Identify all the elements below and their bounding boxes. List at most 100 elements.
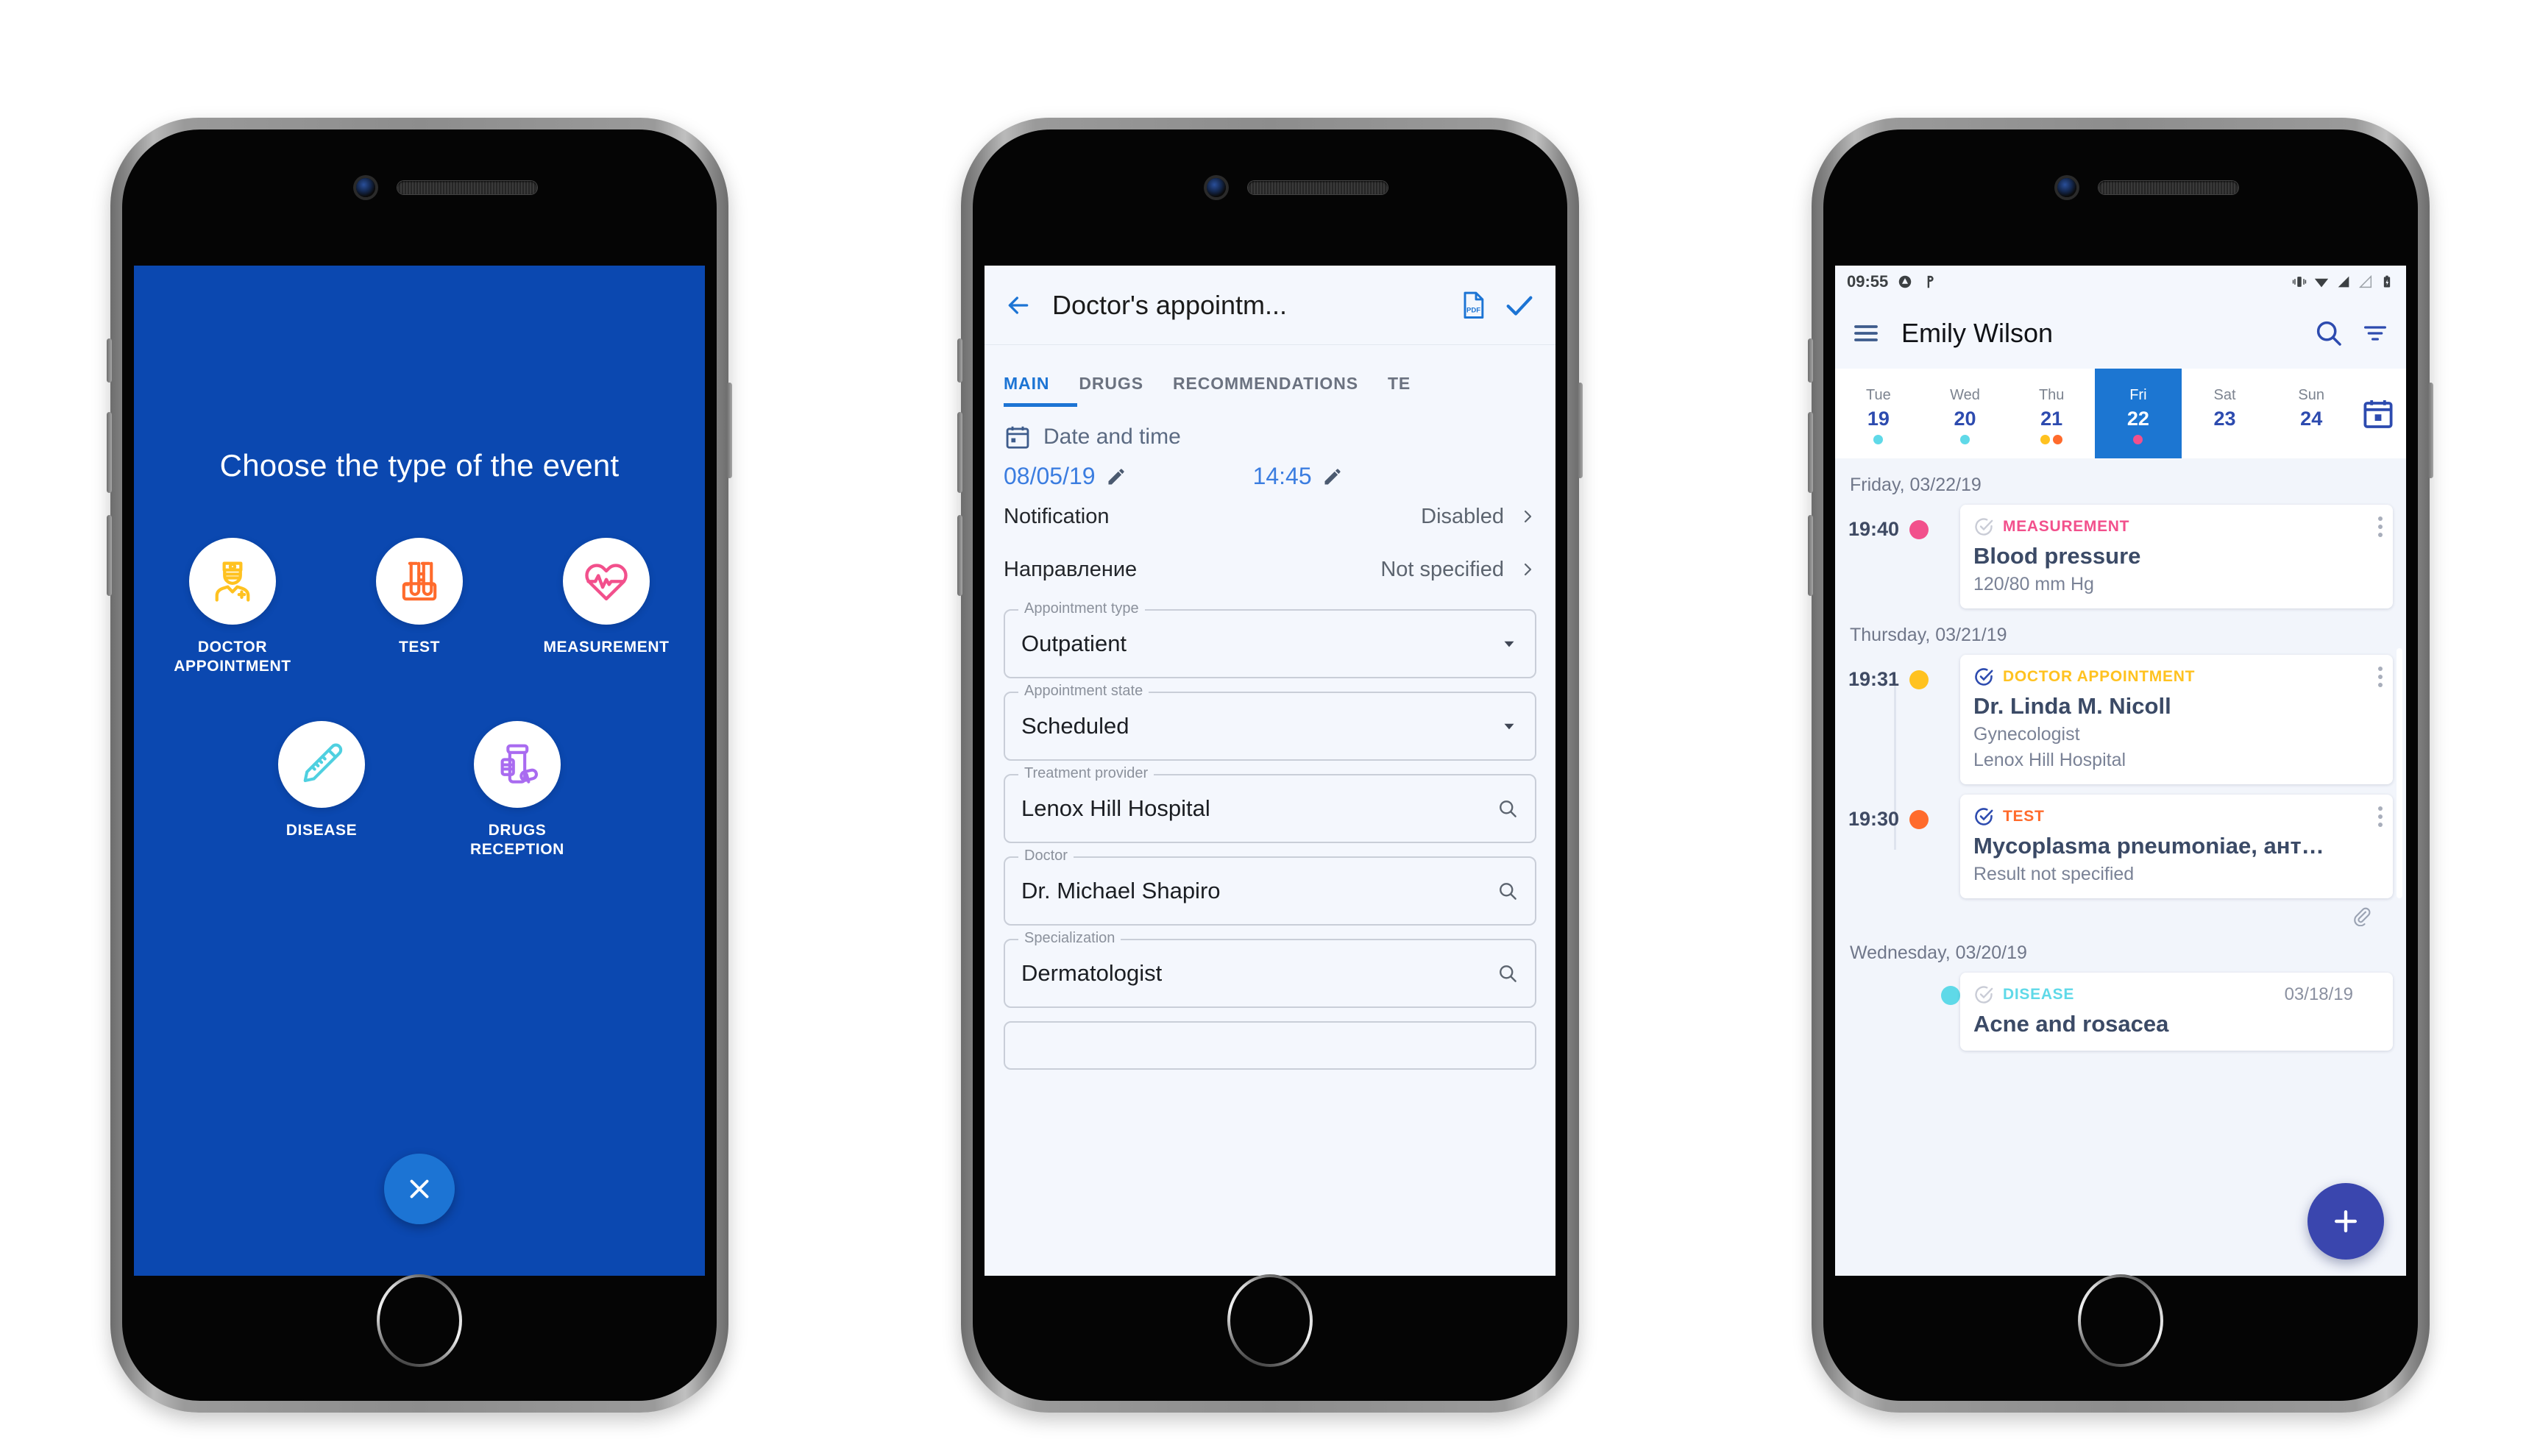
search-icon[interactable]: [2313, 318, 2344, 349]
row-referral[interactable]: Направление Not specified: [1004, 543, 1536, 596]
home-button[interactable]: [1227, 1274, 1313, 1367]
calendar-day-dots: [2133, 434, 2143, 444]
calendar-dow: Sun: [2298, 387, 2324, 403]
event-card[interactable]: MEASUREMENT Blood pressure 120/80 mm Hg: [1960, 505, 2393, 608]
check-circle-icon[interactable]: [1973, 984, 1994, 1005]
calendar-dow: Sat: [2213, 387, 2236, 403]
add-event-fab[interactable]: [2307, 1183, 2384, 1260]
event-card[interactable]: TEST Mycoplasma pneumoniae, ант… Result …: [1960, 795, 2393, 898]
row-value: Not specified: [1380, 557, 1504, 581]
search-icon[interactable]: [1497, 962, 1519, 984]
page-title: Doctor's appointm...: [1052, 289, 1288, 320]
calendar-day-24[interactable]: Sun 24: [2268, 369, 2355, 458]
status-bar: 09:55: [1835, 266, 2406, 298]
attachment-row: [1960, 898, 2393, 926]
filter-icon[interactable]: [2360, 319, 2390, 348]
row-notification[interactable]: Notification Disabled: [1004, 490, 1536, 543]
more-vertical-icon[interactable]: [2378, 806, 2383, 827]
field-doctor[interactable]: Doctor Dr. Michael Shapiro: [1004, 848, 1536, 926]
event-card[interactable]: DOCTOR APPOINTMENT Dr. Linda M. Nicoll G…: [1960, 655, 2393, 784]
search-icon[interactable]: [1497, 798, 1519, 820]
date-value-field[interactable]: 08/05/19: [1004, 463, 1127, 490]
hamburger-menu-icon[interactable]: [1851, 319, 1881, 348]
event-type-disease[interactable]: DISEASE: [248, 721, 395, 859]
calendar-day-22-selected[interactable]: Fri 22: [2095, 369, 2182, 458]
pdf-icon[interactable]: PDF: [1457, 289, 1489, 322]
pencil-icon[interactable]: [1106, 466, 1127, 487]
field-label: Treatment provider: [1018, 765, 1154, 782]
timeline-date-header: Thursday, 03/21/19: [1850, 625, 2007, 645]
pencil-icon[interactable]: [1322, 466, 1343, 487]
time-value-field[interactable]: 14:45: [1253, 463, 1343, 490]
home-button[interactable]: [377, 1274, 462, 1367]
calendar-day-23[interactable]: Sat 23: [2182, 369, 2268, 458]
phone2-face: Doctor's appointm... PDF MAIN DRUGS RECO…: [973, 129, 1567, 1401]
doctor-icon-circle[interactable]: [189, 538, 276, 625]
tab-tests[interactable]: TE: [1388, 374, 1411, 407]
row-value-wrap: Not specified: [1380, 558, 1536, 582]
event-type-dot: [1941, 986, 1960, 1005]
timeline-date-header: Friday, 03/22/19: [1850, 475, 1982, 495]
calendar-picker-button[interactable]: [2355, 369, 2396, 458]
event-type-doctor-appointment[interactable]: DOCTOR APPOINTMENT: [163, 538, 302, 675]
home-button[interactable]: [2078, 1274, 2163, 1367]
calendar-day-dots: [1873, 434, 1884, 444]
check-circle-icon[interactable]: [1973, 516, 1994, 537]
timeline-item[interactable]: DISEASE 03/18/19 Acne and rosacea: [1835, 973, 2406, 1051]
phone1-power-button: [727, 383, 732, 478]
row-value: Disabled: [1421, 504, 1504, 528]
event-type-drugs-reception[interactable]: DRUGS RECEPTION: [444, 721, 591, 859]
tab-main[interactable]: MAIN: [1004, 374, 1049, 407]
phone2-mute-switch: [957, 338, 962, 383]
thermometer-icon: [303, 743, 343, 783]
calendar-day-19[interactable]: Tue 19: [1835, 369, 1922, 458]
more-vertical-icon[interactable]: [2378, 516, 2383, 537]
scrollbar[interactable]: [2397, 648, 2402, 898]
timeline-date-header: Wednesday, 03/20/19: [1850, 942, 2027, 963]
phone1-volume-up: [107, 412, 112, 493]
field-next-partial[interactable]: [1004, 1021, 1536, 1070]
field-appointment-state[interactable]: Appointment state Scheduled: [1004, 683, 1536, 761]
event-title: Mycoplasma pneumoniae, ант…: [1973, 833, 2324, 859]
drugs-icon-circle[interactable]: [474, 721, 561, 809]
event-type-test[interactable]: TEST: [350, 538, 489, 675]
phone1-mute-switch: [107, 338, 112, 383]
check-circle-icon[interactable]: [1973, 667, 1994, 687]
test-icon-circle[interactable]: [376, 538, 463, 625]
measurement-icon-circle[interactable]: [563, 538, 650, 625]
search-icon[interactable]: [1497, 880, 1519, 902]
arrow-back-icon[interactable]: [1004, 291, 1033, 320]
field-treatment-provider[interactable]: Treatment provider Lenox Hill Hospital: [1004, 765, 1536, 843]
field-appointment-type[interactable]: Appointment type Outpatient: [1004, 600, 1536, 678]
check-circle-icon[interactable]: [1973, 806, 1994, 827]
tab-recommendations[interactable]: RECOMMENDATIONS: [1173, 374, 1358, 407]
disease-icon-circle[interactable]: [278, 721, 365, 809]
more-vertical-icon[interactable]: [2378, 667, 2383, 687]
close-button[interactable]: [384, 1154, 455, 1224]
paperclip-icon[interactable]: [2352, 906, 2372, 926]
chevron-right-icon: [1524, 510, 1532, 523]
calendar-day-20[interactable]: Wed 20: [1922, 369, 2009, 458]
row-label: Направление: [1004, 557, 1138, 581]
timeline-item[interactable]: 19:40 MEASUREMENT Blood pressure 120/80 …: [1835, 505, 2406, 608]
tab-drugs[interactable]: DRUGS: [1079, 374, 1143, 407]
chevron-down-icon[interactable]: [1500, 634, 1519, 653]
timeline-item[interactable]: 19:30 TEST Mycoplasma pneumoniae, ант… R…: [1835, 795, 2406, 926]
app-bar: Emily Wilson: [1835, 298, 2406, 369]
event-time: 19:40: [1848, 518, 1900, 540]
event-type-dot: [1909, 519, 1929, 539]
event-type-label: DRUGS RECEPTION: [470, 822, 564, 858]
event-type-dot: [1909, 809, 1929, 829]
event-type-measurement[interactable]: MEASUREMENT: [537, 538, 675, 675]
calendar-day-21[interactable]: Thu 21: [2008, 369, 2095, 458]
calendar-day-dots: [1960, 434, 1970, 444]
event-card[interactable]: DISEASE 03/18/19 Acne and rosacea: [1960, 973, 2393, 1051]
field-specialization[interactable]: Specialization Dermatologist: [1004, 930, 1536, 1008]
battery-icon: [2383, 275, 2391, 288]
check-icon[interactable]: [1503, 288, 1536, 322]
chevron-down-icon[interactable]: [1500, 717, 1519, 736]
phone3-face: 09:55 Emily Wilson Tue 19 Wed 20 Thu 21 …: [1823, 129, 2418, 1401]
calendar-dow: Wed: [1950, 387, 1980, 403]
timeline-item[interactable]: 19:31 DOCTOR APPOINTMENT Dr. Linda M. Ni…: [1835, 655, 2406, 784]
event-subtitle: 120/80 mm Hg: [1973, 574, 2094, 594]
